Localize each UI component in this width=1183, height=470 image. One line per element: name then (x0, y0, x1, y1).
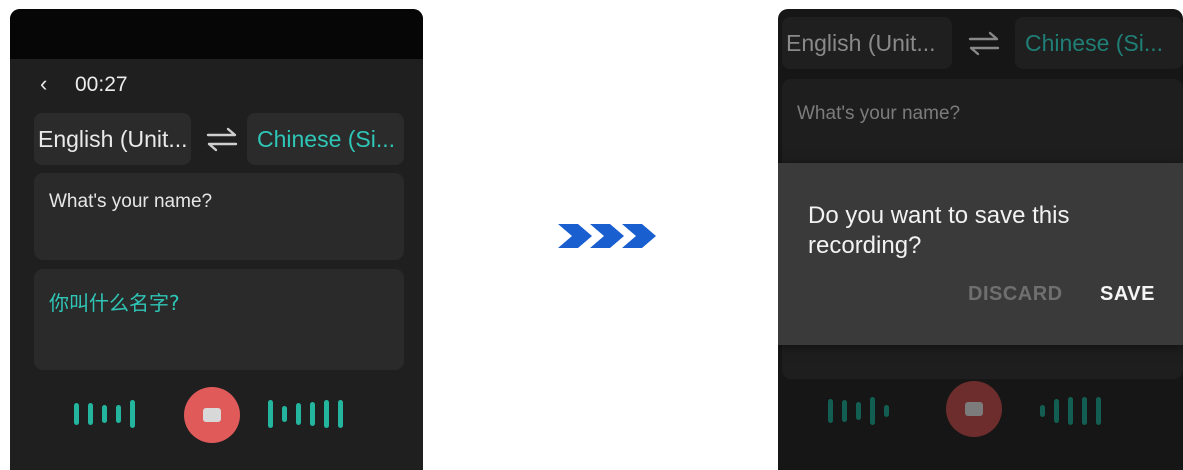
source-language-button[interactable]: English (Unit... (782, 17, 952, 69)
recording-timer: 00:27 (75, 73, 128, 96)
wave-bar (130, 400, 135, 428)
waveform-left (74, 397, 135, 431)
chevron-left-icon[interactable]: ‹ (40, 73, 47, 95)
translator-screen-recording: ‹ 00:27 English (Unit... Chinese (Si... … (10, 9, 423, 470)
target-language-button[interactable]: Chinese (Si... (247, 113, 404, 165)
wave-bar (268, 400, 273, 428)
stop-icon (965, 402, 983, 416)
translated-text: 你叫什么名字? (49, 291, 180, 315)
save-recording-dialog: Do you want to save this recording? DISC… (778, 163, 1183, 345)
source-language-button[interactable]: English (Unit... (34, 113, 191, 165)
stop-icon (203, 408, 221, 422)
save-button[interactable]: SAVE (1100, 283, 1155, 306)
waveform-right (268, 397, 343, 431)
source-text-card: What's your name? (34, 173, 404, 260)
wave-bar (1040, 405, 1045, 417)
source-text: What's your name? (797, 103, 961, 124)
stop-recording-button[interactable] (184, 387, 240, 443)
wave-bar (1054, 399, 1059, 423)
wave-bar (282, 406, 287, 422)
wave-bar (74, 403, 79, 425)
target-language-button[interactable]: Chinese (Si... (1015, 17, 1183, 69)
triple-chevron-right-icon (558, 224, 656, 248)
wave-bar (1096, 397, 1101, 425)
wave-bar (324, 400, 329, 428)
translator-screen-save-dialog: English (Unit... Chinese (Si... What's y… (778, 9, 1183, 470)
waveform-left (828, 394, 889, 428)
translation-text-card: 你叫什么名字? (34, 269, 404, 370)
swap-arrows-icon[interactable] (964, 23, 1004, 63)
discard-button[interactable]: DISCARD (968, 283, 1063, 306)
dialog-message: Do you want to save this recording? (808, 202, 1070, 259)
swap-arrows-icon[interactable] (202, 119, 242, 159)
wave-bar (842, 400, 847, 422)
wave-bar (856, 402, 861, 420)
wave-bar (1068, 397, 1073, 425)
waveform-right (1040, 394, 1101, 428)
wave-bar (828, 399, 833, 423)
wave-bar (1082, 397, 1087, 425)
wave-bar (116, 405, 121, 423)
wave-bar (884, 405, 889, 417)
wave-bar (102, 405, 107, 423)
status-bar (10, 9, 423, 59)
wave-bar (296, 403, 301, 425)
wave-bar (870, 397, 875, 425)
header-row: ‹ 00:27 (10, 59, 423, 109)
wave-bar (338, 400, 343, 428)
wave-bar (88, 403, 93, 425)
source-text: What's your name? (49, 191, 213, 212)
wave-bar (310, 402, 315, 426)
stop-recording-button[interactable] (946, 381, 1002, 437)
